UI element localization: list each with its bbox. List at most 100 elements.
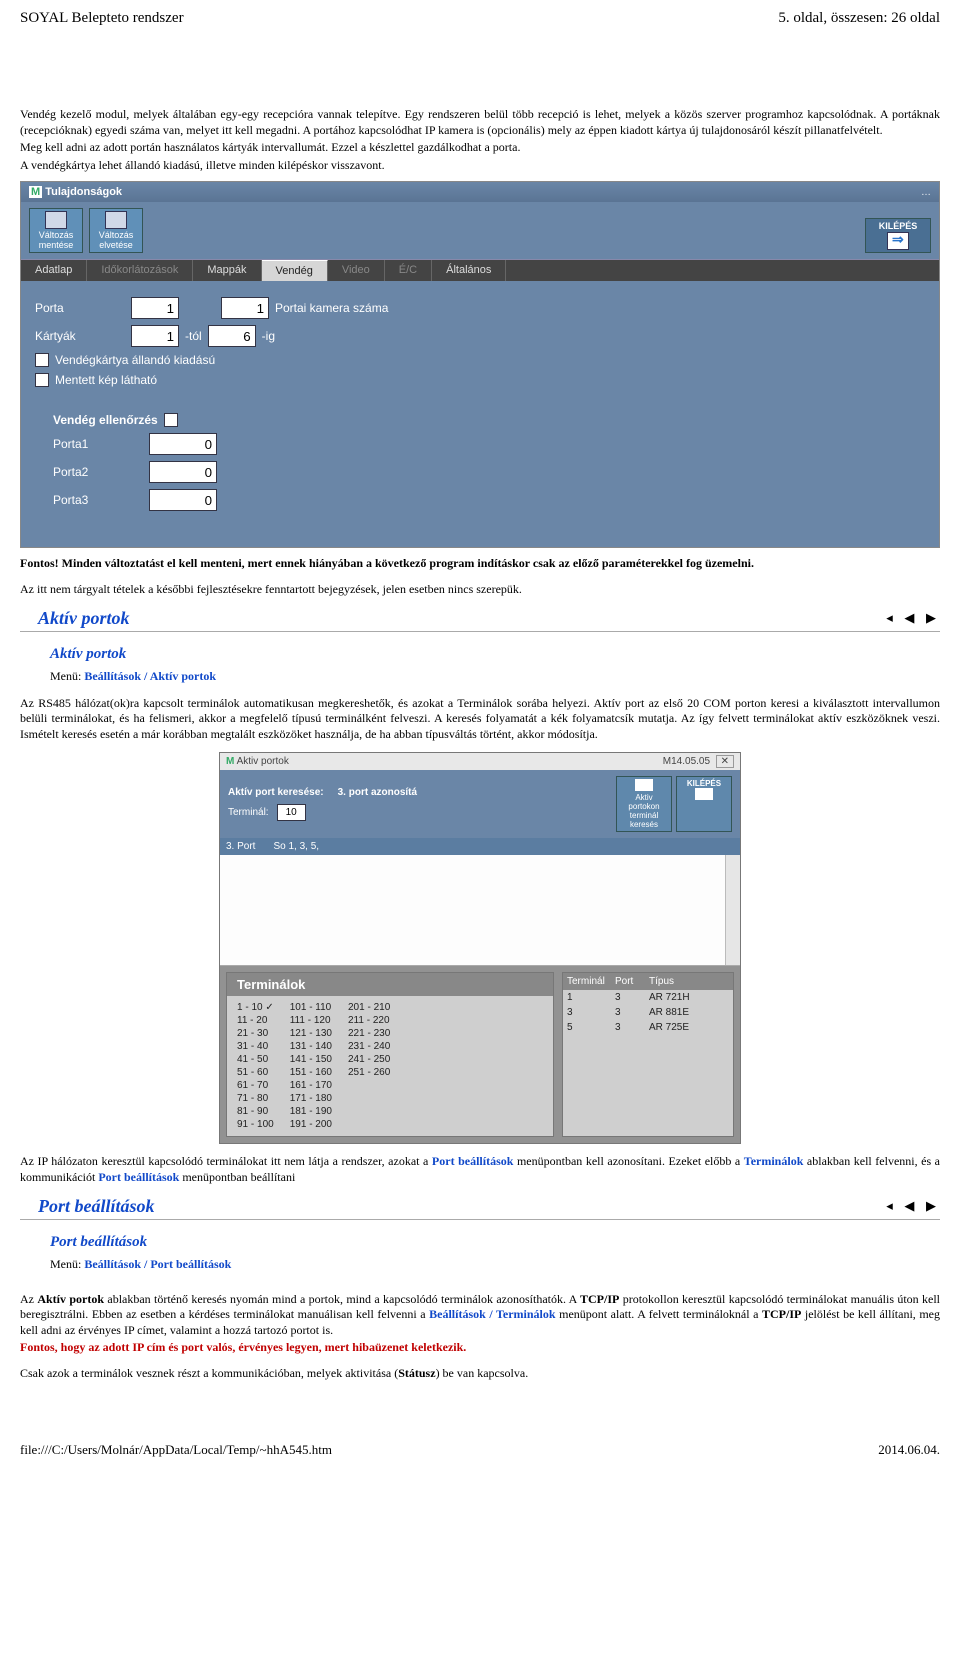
header-left: SOYAL Belepteto rendszer <box>20 10 184 27</box>
porta3-input[interactable] <box>149 489 217 511</box>
window-title: Tulajdonságok <box>45 186 122 198</box>
list-so: So 1, 3, 5, <box>273 841 319 852</box>
exit-button[interactable]: KILÉPÉS <box>865 218 931 253</box>
intro-p3: A vendégkártya lehet állandó kiadású, il… <box>20 158 940 174</box>
fontos-text: Minden változtatást el kell menteni, mer… <box>59 556 754 570</box>
link-beallitas-terminal[interactable]: Beállítások / Terminálok <box>429 1307 555 1321</box>
page-footer: file:///C:/Users/Molnár/AppData/Local/Te… <box>20 1442 940 1458</box>
to-suffix: -ig <box>262 329 275 343</box>
porta3-label: Porta3 <box>53 493 143 507</box>
range-col-2: 101 - 110 111 - 120 121 - 130 131 - 140 … <box>290 1002 332 1130</box>
discard-button[interactable]: Változás elvetése <box>89 208 143 253</box>
wrench-icon <box>635 779 653 791</box>
chk-saved-image-label: Mentett kép látható <box>55 373 157 387</box>
table-row[interactable]: 13AR 721H <box>563 990 733 1005</box>
tab-vendeg[interactable]: Vendég <box>262 260 328 281</box>
tab-mappak[interactable]: Mappák <box>193 260 261 281</box>
intro-p1: Vendég kezelő modul, melyek általában eg… <box>20 107 940 138</box>
properties-window: M Tulajdonságok … Változás mentése Válto… <box>20 181 940 548</box>
table-row[interactable]: 53AR 725E <box>563 1020 733 1035</box>
menu-line-port: Menü: Beállítások / Port beállítások <box>50 1257 940 1272</box>
porta1-label: Porta1 <box>53 437 143 451</box>
aktiv-portok-window: M Aktiv portok M14.05.05 ✕ Aktív port ke… <box>219 752 741 1144</box>
porta-label: Porta <box>35 301 125 315</box>
app-icon: M <box>29 186 42 198</box>
discard-icon <box>105 211 127 229</box>
kartyak-from-input[interactable] <box>131 325 179 347</box>
aktiv-para: Az RS485 hálózat(ok)ra kapcsolt terminál… <box>20 696 940 743</box>
footer-path: file:///C:/Users/Molnár/AppData/Local/Te… <box>20 1442 332 1458</box>
section-title-aktiv: Aktív portok <box>38 608 130 629</box>
table-row[interactable]: 33AR 881E <box>563 1005 733 1020</box>
warning-line: Fontos, hogy az adott IP cím és port val… <box>20 1340 940 1356</box>
porta-camera-label: Portai kamera száma <box>275 301 388 315</box>
window-toolbar: Változás mentése Változás elvetése KILÉP… <box>21 202 939 260</box>
kartyak-to-input[interactable] <box>208 325 256 347</box>
nav-arrows[interactable]: ◂ ◀ ▶ <box>886 610 940 626</box>
subtitle-port: Port beállítások <box>50 1234 940 1251</box>
intro-block: Vendég kezelő modul, melyek általában eg… <box>20 107 940 173</box>
porta2-input[interactable] <box>149 461 217 483</box>
range-col-1: 1 - 10 ✓ 11 - 20 21 - 30 31 - 40 41 - 50… <box>237 1002 274 1130</box>
note-line: Az itt nem tárgyalt tételek a későbbi fe… <box>20 582 940 598</box>
win2-toolbar: Aktív port keresése: 3. port azonosítá T… <box>220 770 740 838</box>
tab-video[interactable]: Video <box>328 260 385 281</box>
chk-permanent-label: Vendégkártya állandó kiadású <box>55 353 215 367</box>
nav-port-beallitasok: Port beállítások ◂ ◀ ▶ <box>20 1196 940 1220</box>
tab-ec[interactable]: É/C <box>385 260 432 281</box>
tab-altalanos[interactable]: Általános <box>432 260 506 281</box>
terminal-label: Terminál: <box>228 807 269 818</box>
menu-path-port[interactable]: Beállítások / Port beállítások <box>84 1257 231 1271</box>
list-port: 3. Port <box>226 841 255 852</box>
terminal-table: TerminálPortTípus 13AR 721H 33AR 881E 53… <box>562 972 734 1137</box>
tab-adatlap[interactable]: Adatlap <box>21 260 87 281</box>
porta1-input[interactable] <box>149 433 217 455</box>
link-port-bealitas-2[interactable]: Port beállítások <box>98 1170 179 1184</box>
link-terminalok[interactable]: Terminálok <box>744 1154 804 1168</box>
porta2-label: Porta2 <box>53 465 143 479</box>
fontos-prefix: Fontos! <box>20 556 59 570</box>
chk-saved-image[interactable] <box>35 373 49 387</box>
nav-arrows[interactable]: ◂ ◀ ▶ <box>886 1198 940 1214</box>
tab-idokorlat[interactable]: Időkorlátozások <box>87 260 193 281</box>
terminal-value: 10 <box>277 804 306 821</box>
win2-titlebar[interactable]: M Aktiv portok M14.05.05 ✕ <box>220 753 740 770</box>
range-col-3: 201 - 210 211 - 220 221 - 230 231 - 240 … <box>348 1002 390 1130</box>
port-list-header: 3. Port So 1, 3, 5, <box>220 838 740 855</box>
close-icon[interactable]: ✕ <box>716 755 734 768</box>
scrollbar[interactable] <box>725 855 740 965</box>
save-button[interactable]: Változás mentése <box>29 208 83 253</box>
guest-check-label: Vendég ellenőrzés <box>53 413 158 427</box>
fontos-block: Fontos! Minden változtatást el kell ment… <box>20 556 940 597</box>
after-win2-para: Az IP hálózaton keresztül kapcsolódó ter… <box>20 1154 940 1185</box>
exit-arrow-icon <box>887 232 909 250</box>
section-title-port: Port beállítások <box>38 1196 155 1217</box>
header-right: 5. oldal, összesen: 26 oldal <box>778 10 940 27</box>
nav-aktiv-portok: Aktív portok ◂ ◀ ▶ <box>20 608 940 632</box>
tab-row: Adatlap Időkorlátozások Mappák Vendég Vi… <box>21 260 939 281</box>
port-list-body <box>220 855 740 966</box>
search-terminal-button[interactable]: Aktiv portokon terminál keresés <box>616 776 672 832</box>
window-minimize-icon[interactable]: … <box>921 187 931 198</box>
terminals-panel: Terminálok 1 - 10 ✓ 11 - 20 21 - 30 31 -… <box>220 966 740 1143</box>
chk-permanent[interactable] <box>35 353 49 367</box>
exit-arrow-icon: ⇒ <box>695 788 713 800</box>
menu-path-aktiv[interactable]: Beállítások / Aktív portok <box>84 669 216 683</box>
terminal-table-header: TerminálPortTípus <box>563 973 733 990</box>
terminal-ranges: Terminálok 1 - 10 ✓ 11 - 20 21 - 30 31 -… <box>226 972 554 1137</box>
win2-app-icon: M <box>226 756 234 767</box>
kartyak-label: Kártyák <box>35 329 125 343</box>
search-label: Aktív port keresése: <box>228 787 324 798</box>
subtitle-aktiv: Aktív portok <box>50 646 940 663</box>
chk-guest-check[interactable] <box>164 413 178 427</box>
porta-camera-input[interactable] <box>221 297 269 319</box>
terminals-title: Terminálok <box>227 973 553 996</box>
win2-exit-button[interactable]: KILÉPÉS⇒ <box>676 776 732 832</box>
form-body: Porta Portai kamera száma Kártyák -tól -… <box>21 281 939 547</box>
save-icon <box>45 211 67 229</box>
link-port-bealitas[interactable]: Port beállítások <box>432 1154 514 1168</box>
intro-p2: Meg kell adni az adott portán használato… <box>20 140 940 156</box>
window-titlebar[interactable]: M Tulajdonságok … <box>21 182 939 202</box>
win2-version: M14.05.05 <box>663 756 710 767</box>
porta-input[interactable] <box>131 297 179 319</box>
